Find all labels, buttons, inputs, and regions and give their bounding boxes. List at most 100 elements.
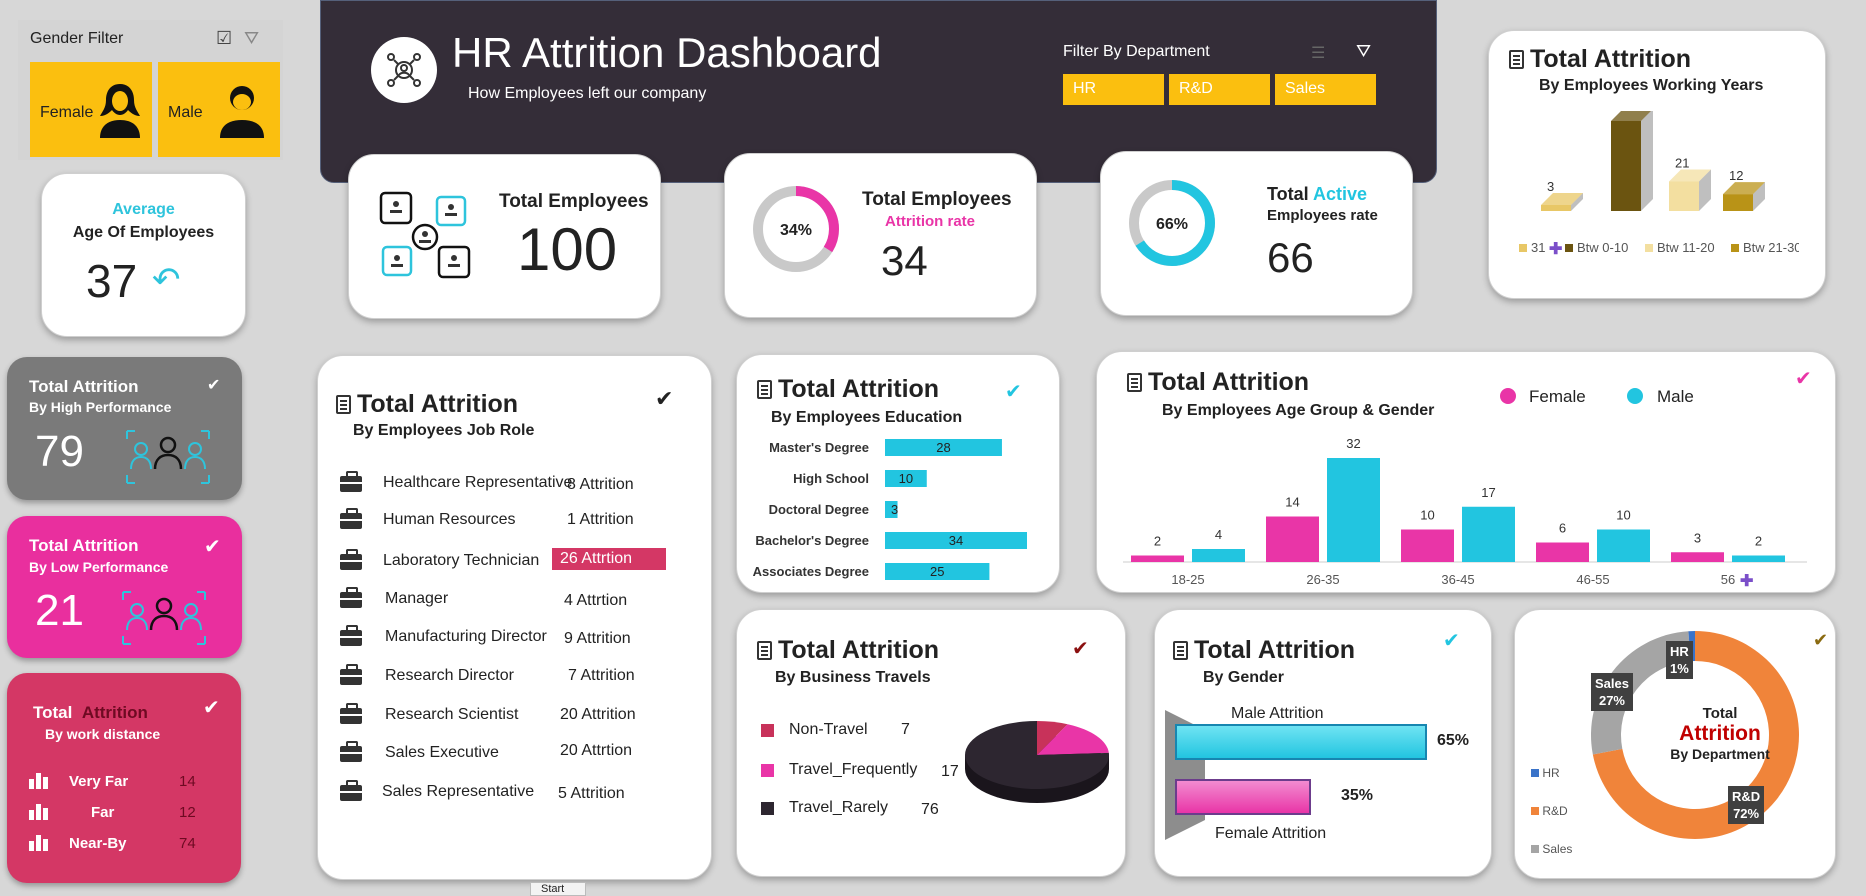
list-item: Manager 4 Attrtion bbox=[340, 587, 710, 622]
check-icon[interactable]: ✔ bbox=[204, 534, 221, 559]
job-role-name: Healthcare Representative bbox=[383, 474, 573, 491]
briefcase-icon bbox=[340, 587, 362, 608]
building-icon bbox=[29, 835, 49, 851]
list-item: Far 12 bbox=[29, 804, 229, 835]
start-tab[interactable]: Start bbox=[530, 882, 586, 896]
job-role-name: Human Resources bbox=[383, 511, 516, 528]
travel-value: 76 bbox=[921, 801, 939, 818]
job-role-value: 7 Attrition bbox=[568, 667, 635, 684]
legend-swatch bbox=[1565, 244, 1573, 252]
legend-item-hr: HR bbox=[1531, 766, 1560, 780]
gender-filter-title: Gender Filter bbox=[30, 30, 124, 47]
education-data-label: 28 bbox=[936, 440, 950, 455]
check-icon[interactable]: ✔ bbox=[1813, 630, 1828, 651]
age-gender-subtitle: By Employees Age Group & Gender bbox=[1162, 402, 1435, 419]
age-gender-chart: 2 418-25143226-35101736-4561046-553 256 ✚ bbox=[1123, 436, 1807, 590]
document-icon bbox=[1127, 373, 1142, 392]
department-option-rd[interactable]: R&D bbox=[1169, 74, 1270, 105]
bar-data-label: 3 bbox=[1694, 530, 1701, 545]
check-icon[interactable]: ✔ bbox=[1795, 366, 1812, 391]
education-data-label: 3 bbox=[891, 502, 898, 517]
female-attrition-percent: 35% bbox=[1341, 787, 1374, 804]
job-role-value: 8 Attrition bbox=[567, 476, 634, 493]
attrition-rate-donut: 34% bbox=[753, 186, 839, 272]
check-icon[interactable]: ✔ bbox=[1072, 636, 1089, 661]
working-years-data-label: 21 bbox=[1675, 155, 1689, 170]
average-age-sublabel: Age Of Employees bbox=[72, 224, 215, 241]
department-option-sales[interactable]: Sales bbox=[1275, 74, 1376, 105]
check-icon[interactable]: ✔ bbox=[203, 695, 220, 720]
department-card: ✔ Total Attrition By Department HR R&D S… bbox=[1514, 609, 1836, 879]
x-tick-label: 36-45 bbox=[1441, 572, 1474, 587]
high-performance-subtitle: By High Performance bbox=[29, 399, 172, 415]
education-data-label: 25 bbox=[930, 564, 944, 579]
document-icon bbox=[1173, 641, 1188, 660]
x-tick-label: 56 bbox=[1721, 572, 1735, 587]
distance-value: 74 bbox=[179, 835, 196, 852]
male-bar bbox=[1327, 458, 1380, 562]
female-bar bbox=[1131, 555, 1184, 562]
check-icon[interactable]: ✔ bbox=[207, 375, 220, 395]
legend-item-rd: R&D bbox=[1531, 804, 1568, 818]
legend-female-swatch bbox=[1500, 388, 1516, 404]
business-travel-pie bbox=[965, 721, 1109, 803]
male-bar bbox=[1462, 506, 1515, 562]
job-role-name: Sales Executive bbox=[385, 744, 499, 761]
clear-filter-icon[interactable]: ⛛ bbox=[244, 28, 259, 49]
legend-label: 31 bbox=[1531, 240, 1545, 255]
gender-option-label: Male bbox=[168, 104, 203, 121]
plus-icon: ✚ bbox=[1740, 573, 1753, 590]
legend-swatch bbox=[1645, 244, 1653, 252]
list-item: Research Scientist 20 Attrition bbox=[340, 703, 710, 738]
working-years-bar bbox=[1669, 181, 1699, 211]
work-distance-card: Total Attrition By work distance ✔ Very … bbox=[7, 673, 241, 883]
document-icon bbox=[1509, 50, 1524, 69]
gender-option-label: Female bbox=[40, 104, 94, 121]
job-role-value: 20 Attrtion bbox=[560, 742, 633, 759]
education-chart: Master's Degree 28 High School 10 Doctoral D… bbox=[753, 439, 1027, 580]
check-icon[interactable]: ✔ bbox=[1443, 628, 1460, 653]
gender-option-male[interactable]: Male bbox=[158, 62, 280, 157]
briefcase-icon bbox=[340, 664, 362, 685]
job-role-value: 4 Attrtion bbox=[564, 592, 628, 609]
bar-data-label: 32 bbox=[1346, 436, 1360, 451]
working-years-title: Total Attrition bbox=[1509, 45, 1691, 74]
gender-option-female[interactable]: Female bbox=[30, 62, 152, 157]
gender-card: Total Attrition By Gender ✔ Male Attriti… bbox=[1154, 609, 1492, 877]
age-gender-title: Total Attrition bbox=[1127, 368, 1309, 397]
distance-value: 14 bbox=[179, 773, 196, 790]
travel-label: Travel_Frequently bbox=[789, 761, 918, 778]
bar-data-label: 10 bbox=[1420, 508, 1434, 523]
bar-side-face bbox=[1641, 111, 1653, 211]
clear-filter-icon[interactable]: ⛛ bbox=[1356, 41, 1371, 62]
job-role-value: 26 Attrtion bbox=[552, 548, 666, 570]
high-performance-value: 79 bbox=[35, 427, 84, 476]
department-option-hr[interactable]: HR bbox=[1063, 74, 1164, 105]
education-category-label: High School bbox=[793, 471, 869, 486]
business-travel-subtitle: By Business Travels bbox=[775, 669, 931, 686]
female-attrition-label: Female Attrition bbox=[1215, 825, 1327, 842]
briefcase-icon bbox=[340, 471, 362, 492]
female-bar bbox=[1671, 552, 1724, 562]
legend-swatch bbox=[1519, 244, 1527, 252]
working-years-bar bbox=[1541, 205, 1571, 211]
multi-select-icon[interactable]: ☑ bbox=[216, 28, 232, 49]
low-performance-value: 21 bbox=[35, 586, 84, 635]
x-tick-label: 18-25 bbox=[1171, 572, 1204, 587]
male-person-icon bbox=[220, 86, 264, 138]
male-bar bbox=[1192, 549, 1245, 562]
attrition-rate-label: Total Employees bbox=[862, 189, 1012, 210]
list-item: Manufacturing Director 9 Attrition bbox=[340, 625, 710, 660]
education-title: Total Attrition bbox=[757, 375, 939, 404]
education-category-label: Associates Degree bbox=[753, 564, 869, 579]
working-years-data-label: 12 bbox=[1729, 168, 1743, 183]
gender-filter-panel: Gender Filter ☑ ⛛ Female Male bbox=[18, 20, 283, 160]
male-attrition-label: Male Attrition bbox=[1231, 705, 1324, 722]
list-item: Research Director 7 Attrition bbox=[340, 664, 710, 699]
bar-data-label: 10 bbox=[1616, 508, 1630, 523]
job-role-name: Sales Representative bbox=[382, 783, 535, 800]
multi-select-icon[interactable]: ☰ bbox=[1311, 43, 1325, 63]
check-icon[interactable]: ✔ bbox=[1005, 379, 1022, 404]
education-data-label: 34 bbox=[949, 533, 963, 548]
distance-value: 12 bbox=[179, 804, 196, 821]
